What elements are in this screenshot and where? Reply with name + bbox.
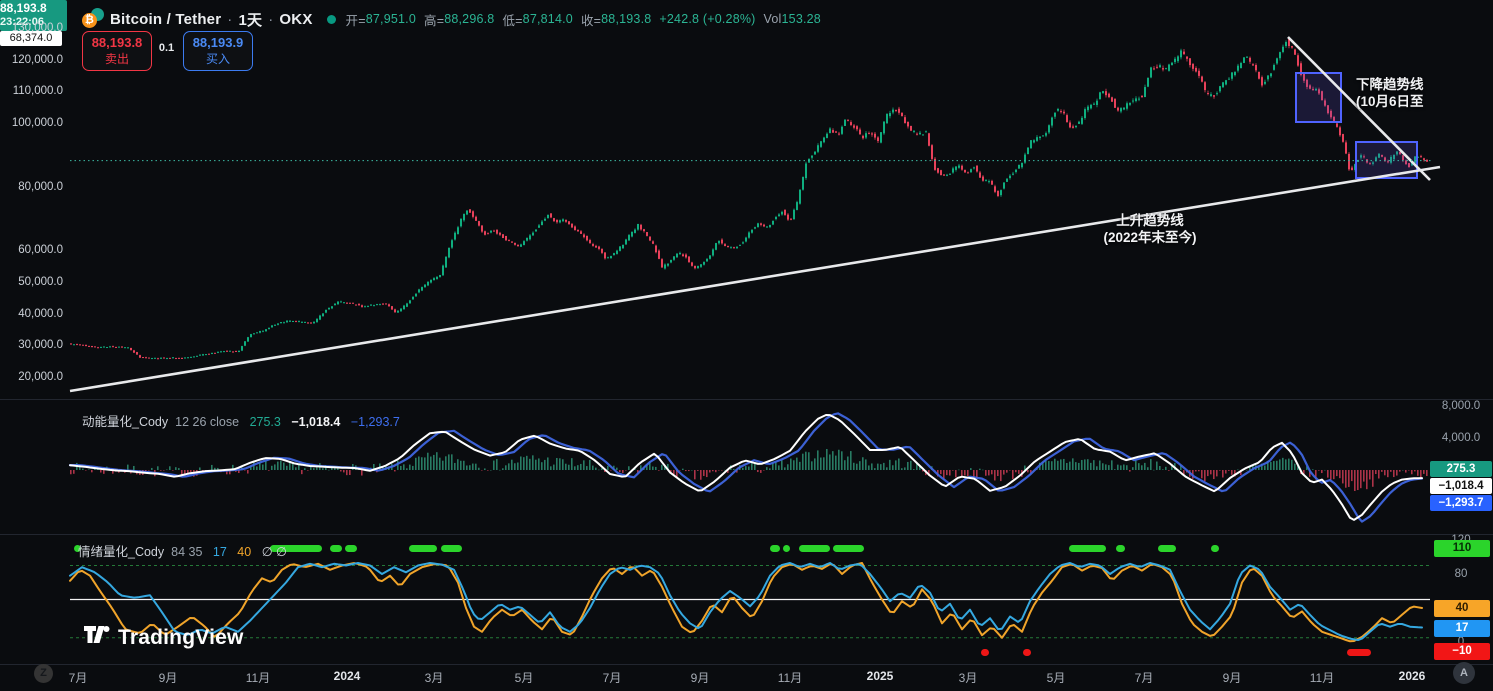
btc-usdt-pair-icon: ₿ [82,8,106,30]
symbol-name[interactable]: Bitcoin / Tether [110,11,221,28]
sentiment-value-badge: −10 [1434,643,1490,660]
highlight-box[interactable] [1296,73,1341,122]
uptrend-annotation[interactable]: 上升趋势线(2022年末至今) [1085,213,1215,246]
buy-label: 买入 [206,52,230,67]
ohlc-label: 收= [581,10,601,29]
time-axis-label[interactable]: 3月 [425,669,444,686]
ohlc-value: 88,296.8 [444,12,494,26]
time-axis-label[interactable]: 7月 [603,669,622,686]
momentum-value-badge: −1,018.4 [1430,478,1492,494]
price-axis-tick: 60,000.0 [0,243,63,257]
tradingview-watermark[interactable]: TradingView [84,626,244,650]
momentum-value-badge: 275.3 [1430,461,1492,477]
overbought-marker [799,545,830,552]
spread-value: 0.1 [151,42,182,54]
time-axis-label[interactable]: 2024 [334,669,361,683]
momentum-indicator-title[interactable]: 动能量化_Cody12 26 close 275.3 −1,018.4 −1,2… [82,411,407,430]
overbought-marker [1211,545,1219,552]
time-axis-label[interactable]: 9月 [1223,669,1242,686]
oversold-marker [1347,649,1371,656]
overbought-marker [409,545,437,552]
sell-label: 卖出 [105,52,129,67]
overbought-marker [770,545,780,552]
momentum-axis-tick: 4,000.0 [1438,431,1484,445]
price-axis-tick: 30,000.0 [0,338,63,352]
downtrend-annotation[interactable]: 下降趋势线(10月6日至 [1356,77,1424,110]
separator-dot: · [268,11,273,28]
time-axis-label[interactable]: 9月 [159,669,178,686]
panel-divider-1[interactable] [0,399,1493,400]
time-axis-label[interactable]: 7月 [1135,669,1154,686]
sentiment-value-badge: 40 [1434,600,1490,617]
timezone-button[interactable]: Z [34,664,53,683]
chart-canvas[interactable] [0,0,1493,691]
price-axis-tick: 80,000.0 [0,180,63,194]
price-axis-tick: 110,000.0 [0,84,63,98]
time-axis-label[interactable]: 11月 [778,669,802,686]
ohlc-label: 开= [346,10,366,29]
interval-label[interactable]: 1天 [238,9,262,30]
time-axis-label[interactable]: 3月 [959,669,978,686]
time-axis-label[interactable]: 7月 [69,669,88,686]
oversold-marker [1023,649,1031,656]
sentiment-value-badge: 17 [1434,620,1490,637]
overbought-marker [1069,545,1106,552]
price-axis-tick: 130,000.0 [0,21,63,35]
overbought-marker [330,545,342,552]
uptrend-line[interactable] [70,167,1440,391]
time-axis-label[interactable]: 11月 [1310,669,1334,686]
time-axis-label[interactable]: 5月 [1047,669,1066,686]
price-axis-tick: 120,000.0 [0,53,63,67]
symbol-header[interactable]: ₿ Bitcoin / Tether · 1天 · OKX 开=87,951.0… [82,8,829,30]
ohlc-value: 87,951.0 [366,12,416,26]
oversold-marker [981,649,989,656]
sentiment-panel[interactable] [70,545,1430,656]
momentum-axis-tick: 8,000.0 [1438,399,1484,413]
tradingview-logo-icon [84,626,111,650]
buy-button[interactable]: 88,193.9 买入 [183,31,253,71]
price-axis-tick: 50,000.0 [0,275,63,289]
ohlc-value: 88,193.8 [601,12,651,26]
sentiment-value-badge: 110 [1434,540,1490,557]
price-axis-tick: 40,000.0 [0,307,63,321]
ohlc-label: 低= [502,10,522,29]
market-status-icon [327,15,336,24]
sell-button[interactable]: 88,193.8 卖出 [82,31,152,71]
momentum-value-badge: −1,293.7 [1430,495,1492,511]
sentiment-axis-tick: 80 [1438,567,1484,581]
time-axis-label[interactable]: 9月 [691,669,710,686]
volume-label: Vol [764,12,782,26]
ohlc-label: 高= [424,10,444,29]
overbought-marker [441,545,462,552]
sell-price: 88,193.8 [92,35,143,51]
sentiment-indicator-title[interactable]: 情绪量化_Cody84 35 17 40 ∅ ∅ [78,541,294,560]
time-axis-label[interactable]: 2025 [867,669,894,683]
overbought-marker [783,545,790,552]
price-axis-tick: 100,000.0 [0,116,63,130]
time-axis-label[interactable]: 11月 [246,669,270,686]
ohlc-value: 87,814.0 [523,12,573,26]
panel-divider-2[interactable] [0,534,1493,535]
change-value: +242.8 (+0.28%) [659,12,755,26]
price-axis-tick: 20,000.0 [0,370,63,384]
overbought-marker [1116,545,1125,552]
time-axis-divider [0,664,1493,665]
tradingview-chart-window: ₿ Bitcoin / Tether · 1天 · OKX 开=87,951.0… [0,0,1493,691]
time-axis-label[interactable]: 5月 [515,669,534,686]
overbought-marker [345,545,357,552]
exchange-label[interactable]: OKX [279,11,312,28]
time-axis-label[interactable]: 2026 [1399,669,1426,683]
overbought-marker [833,545,864,552]
overbought-marker [1158,545,1176,552]
price-panel[interactable] [70,37,1440,391]
separator-dot: · [227,11,232,28]
volume-value: 153.28 [782,12,821,26]
axis-settings-button[interactable]: A [1453,662,1475,684]
ohlc-readout: 开=87,951.0 高=88,296.8 低=87,814.0 收=88,193.8… [346,10,829,29]
buy-price: 88,193.9 [193,35,244,51]
